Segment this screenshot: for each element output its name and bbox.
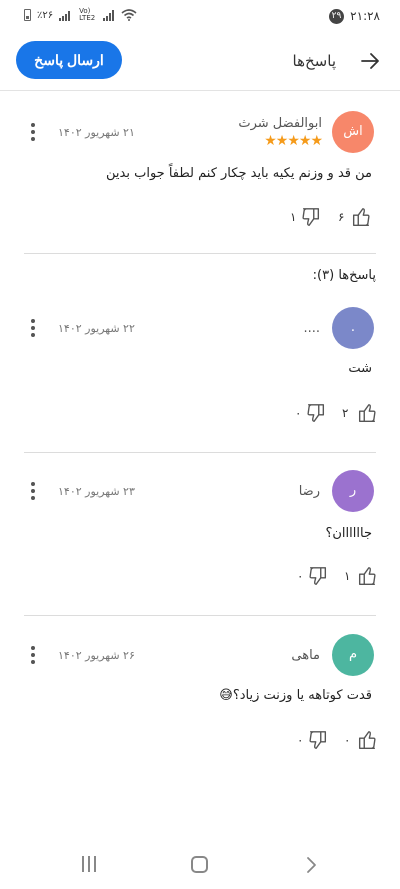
like-icon[interactable] (356, 565, 378, 587)
status-icons: ٪۲۶ Vo) LTE2 (24, 8, 137, 22)
like-count: ۲ (342, 406, 349, 420)
avatar: . (332, 307, 374, 349)
more-options-icon[interactable] (30, 123, 36, 143)
app-bar: ارسال پاسخ پاسخ‌ها (0, 38, 400, 86)
vote-row: ۱ ۶ (252, 206, 372, 230)
like-icon[interactable] (356, 729, 378, 751)
reply-item: م ماهی ۲۶ شهریور ۱۴۰۲ قدت کوتاهه یا وزنت… (0, 634, 400, 764)
dislike-count: ۰ (297, 569, 304, 583)
reply-item: . .... ۲۲ شهریور ۱۴۰۲ شت ۰ ۲ (0, 307, 400, 437)
dislike-icon[interactable] (307, 729, 329, 751)
vote-row: ۰ ۲ (252, 402, 376, 426)
dislike-icon[interactable] (307, 565, 329, 587)
comment-text: جاااااان؟ (325, 526, 372, 541)
author-name: .... (303, 321, 320, 336)
battery-icon (24, 9, 31, 21)
back-arrow-icon[interactable] (358, 49, 382, 73)
dislike-icon[interactable] (300, 206, 322, 228)
vote-row: ۰ ۱ (252, 565, 376, 589)
author-name: ماهی (291, 648, 320, 663)
signal-icon-2 (103, 9, 115, 21)
comment-text: شت (348, 361, 372, 376)
dislike-count: ۱ (290, 210, 297, 224)
notification-badge: ۲۹ (329, 9, 344, 24)
more-options-icon[interactable] (30, 319, 36, 339)
avatar: م (332, 634, 374, 676)
nav-back-icon[interactable] (305, 855, 317, 875)
system-nav-bar (0, 846, 400, 886)
like-icon[interactable] (350, 206, 372, 228)
recents-icon[interactable] (81, 856, 97, 872)
comment-date: ۲۱ شهریور ۱۴۰۲ (58, 126, 135, 139)
replies-heading: پاسخ‌ها (۳): (312, 268, 376, 283)
like-count: ۱ (344, 569, 351, 583)
rating-stars: ★★★★★ (264, 133, 323, 149)
like-count: ۶ (338, 210, 345, 224)
like-icon[interactable] (356, 402, 378, 424)
reply-item: ر رضا ۲۳ شهریور ۱۴۰۲ جاااااان؟ ۰ ۱ (0, 470, 400, 600)
comment-date: ۲۳ شهریور ۱۴۰۲ (58, 485, 135, 498)
comment-date: ۲۲ شهریور ۱۴۰۲ (58, 322, 135, 335)
battery-percent: ٪۲۶ (37, 9, 54, 21)
dislike-count: ۰ (295, 406, 302, 420)
wifi-icon (121, 9, 137, 21)
comment-text: من قد و وزنم یکیه باید چکار کنم لطفاً جو… (106, 166, 372, 181)
clock: ۲۱:۲۸ (350, 9, 380, 23)
section-divider (24, 452, 376, 453)
home-icon[interactable] (191, 856, 208, 873)
comment-date: ۲۶ شهریور ۱۴۰۲ (58, 649, 135, 662)
section-divider (24, 253, 376, 254)
author-name: ابوالفضل شرث (238, 116, 322, 131)
send-reply-button[interactable]: ارسال پاسخ (16, 41, 122, 79)
author-name: رضا (298, 484, 320, 499)
dislike-count: ۰ (297, 733, 304, 747)
more-options-icon[interactable] (30, 646, 36, 666)
main-comment: اش ابوالفضل شرث ★★★★★ ۲۱ شهریور ۱۴۰۲ من … (0, 108, 400, 238)
app-bar-divider (0, 90, 400, 91)
section-divider (24, 615, 376, 616)
vote-row: ۰ ۰ (252, 729, 376, 753)
like-count: ۰ (344, 733, 351, 747)
avatar: اش (332, 111, 374, 153)
comment-text: قدت کوتاهه یا وزنت زیاد؟😅 (219, 688, 372, 703)
network-label: Vo) LTE2 (79, 7, 96, 22)
dislike-icon[interactable] (305, 402, 327, 424)
signal-icon (59, 10, 71, 21)
avatar: ر (332, 470, 374, 512)
page-title: پاسخ‌ها (292, 52, 336, 70)
status-bar: ٪۲۶ Vo) LTE2 ۲۹ ۲۱:۲۸ (0, 0, 400, 32)
more-options-icon[interactable] (30, 482, 36, 502)
